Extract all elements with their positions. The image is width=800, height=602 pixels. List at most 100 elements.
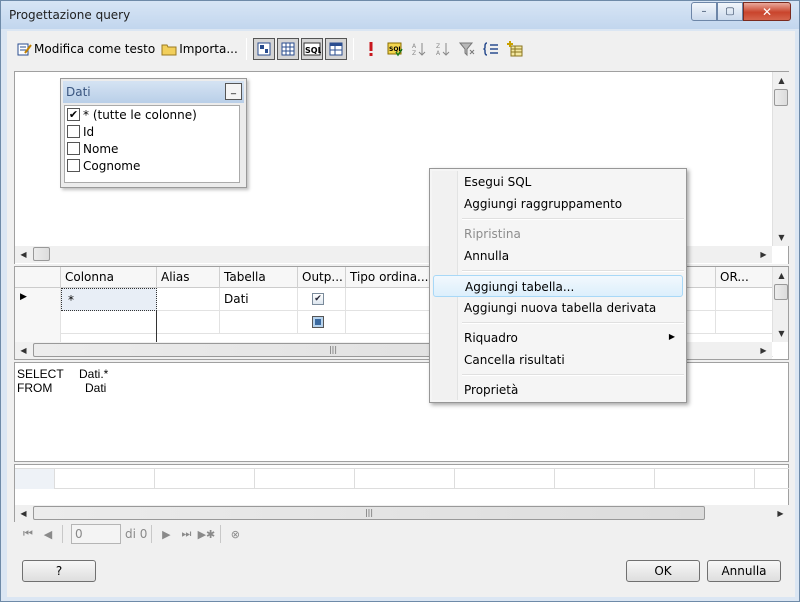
- title-bar[interactable]: Progettazione query – ▢ ✕: [1, 1, 799, 29]
- output-checkbox[interactable]: ✔: [312, 293, 324, 305]
- verify-sql-button[interactable]: SQL: [384, 38, 406, 60]
- cancel-button[interactable]: Annulla: [707, 560, 781, 582]
- stop-icon[interactable]: ⊗: [225, 525, 245, 543]
- record-number-input[interactable]: 0: [71, 524, 121, 544]
- svg-text:A: A: [412, 43, 417, 50]
- maximize-button[interactable]: ▢: [717, 2, 743, 21]
- menu-item-pane[interactable]: Riquadro ▶: [433, 327, 683, 349]
- scroll-thumb[interactable]: |||: [33, 506, 705, 520]
- menu-item-redo[interactable]: Ripristina: [433, 223, 683, 245]
- grid-cell-column[interactable]: *: [61, 288, 157, 311]
- first-record-icon[interactable]: ⏮: [18, 525, 38, 543]
- scroll-right-icon[interactable]: ▶: [755, 342, 772, 359]
- close-icon: ✕: [761, 4, 773, 19]
- results-pane-icon: [329, 42, 343, 56]
- table-column-list: ✔ * (tutte le colonne) Id Nome Cognome: [64, 105, 240, 183]
- sort-ascending-button[interactable]: AZ: [408, 38, 430, 60]
- table-box-title: Dati: [66, 85, 91, 99]
- last-record-icon[interactable]: ⏭: [176, 525, 196, 543]
- results-pane-toggle[interactable]: [324, 38, 347, 60]
- scroll-thumb[interactable]: [33, 247, 50, 261]
- table-box-header[interactable]: Dati _: [63, 81, 244, 103]
- table-box-dati[interactable]: Dati _ ✔ * (tutte le colonne) Id Nome Co…: [60, 78, 247, 188]
- results-header-row: [15, 468, 789, 489]
- scroll-thumb[interactable]: [774, 284, 788, 300]
- menu-item-clear-results[interactable]: Cancella risultati: [433, 349, 683, 371]
- grid-cell-alias[interactable]: [157, 311, 220, 334]
- next-record-icon[interactable]: ▶: [156, 525, 176, 543]
- output-checkbox[interactable]: [312, 316, 324, 328]
- scroll-left-icon[interactable]: ◀: [15, 246, 32, 263]
- diagram-vertical-scrollbar[interactable]: ▲ ▼: [772, 72, 789, 246]
- column-label: Id: [83, 124, 95, 139]
- sql-value: Dati.*: [79, 367, 109, 381]
- diagram-pane-icon: [257, 42, 271, 56]
- grid-header-or[interactable]: OR...: [716, 267, 773, 288]
- menu-item-undo[interactable]: Annulla: [433, 245, 683, 267]
- svg-text:SQL: SQL: [305, 46, 321, 55]
- table-box-minimize-button[interactable]: _: [225, 83, 242, 100]
- results-pane[interactable]: ◀ ||| ▶: [14, 464, 789, 522]
- ok-button[interactable]: OK: [626, 560, 700, 582]
- scroll-left-icon[interactable]: ◀: [15, 342, 32, 359]
- grid-header-table[interactable]: Tabella: [220, 267, 298, 288]
- menu-item-add-table[interactable]: Aggiungi tabella...: [433, 275, 683, 297]
- grid-cell-output[interactable]: [298, 311, 346, 334]
- column-label: Nome: [83, 141, 119, 156]
- scroll-right-icon[interactable]: ▶: [755, 246, 772, 263]
- sql-pane-toggle[interactable]: SQL: [300, 38, 323, 60]
- column-checkbox[interactable]: ✔: [67, 108, 80, 121]
- group-by-button[interactable]: [480, 38, 502, 60]
- previous-record-icon[interactable]: ◀: [38, 525, 58, 543]
- grid-cell-or[interactable]: [716, 288, 773, 311]
- menu-item-properties[interactable]: Proprietà: [433, 379, 683, 401]
- column-row-all[interactable]: ✔ * (tutte le colonne): [65, 106, 239, 123]
- scroll-down-icon[interactable]: ▼: [773, 229, 790, 246]
- minimize-button[interactable]: –: [691, 2, 717, 21]
- grid-cell-output[interactable]: ✔: [298, 288, 346, 311]
- diagram-pane-toggle[interactable]: [252, 38, 275, 60]
- import-button[interactable]: Importa...: [158, 37, 241, 61]
- sort-descending-button[interactable]: ZA: [432, 38, 454, 60]
- scroll-up-icon[interactable]: ▲: [773, 267, 788, 284]
- menu-item-add-derived-table[interactable]: Aggiungi nuova tabella derivata: [433, 297, 683, 319]
- grid-cell-column[interactable]: [61, 311, 157, 334]
- grid-header-output[interactable]: Outp...: [298, 267, 346, 288]
- help-button[interactable]: ?: [22, 560, 96, 582]
- scroll-right-icon[interactable]: ▶: [772, 505, 789, 522]
- grid-cell-table[interactable]: Dati: [220, 288, 298, 311]
- new-record-icon[interactable]: ▶✱: [196, 525, 216, 543]
- scroll-down-icon[interactable]: ▼: [773, 325, 788, 342]
- add-table-icon: [506, 41, 523, 57]
- results-cell: [555, 469, 655, 489]
- column-row-id[interactable]: Id: [65, 123, 239, 140]
- menu-separator: [462, 374, 684, 376]
- close-button[interactable]: ✕: [743, 2, 791, 21]
- scroll-thumb[interactable]: [774, 89, 788, 106]
- grid-pane-toggle[interactable]: [276, 38, 299, 60]
- scroll-up-icon[interactable]: ▲: [773, 72, 790, 89]
- grid-header-alias[interactable]: Alias: [157, 267, 220, 288]
- column-checkbox[interactable]: [67, 159, 80, 172]
- edit-as-text-button[interactable]: Modifica come testo: [13, 37, 158, 61]
- menu-item-run-sql[interactable]: Esegui SQL: [433, 171, 683, 193]
- column-row-cognome[interactable]: Cognome: [65, 157, 239, 174]
- column-row-nome[interactable]: Nome: [65, 140, 239, 157]
- results-cell: [655, 469, 755, 489]
- filter-button[interactable]: [456, 38, 478, 60]
- menu-item-add-group-by[interactable]: Aggiungi raggruppamento: [433, 193, 683, 215]
- grid-cell-table[interactable]: [220, 311, 298, 334]
- add-table-button[interactable]: [504, 38, 526, 60]
- grid-vertical-scrollbar[interactable]: ▲ ▼: [772, 267, 788, 342]
- scroll-left-icon[interactable]: ◀: [15, 505, 32, 522]
- grid-header-column[interactable]: Colonna: [61, 267, 157, 288]
- results-horizontal-scrollbar[interactable]: ◀ ||| ▶: [15, 505, 789, 522]
- svg-text:A: A: [436, 50, 441, 57]
- column-checkbox[interactable]: [67, 125, 80, 138]
- grid-cell-alias[interactable]: [157, 288, 220, 311]
- run-button[interactable]: [360, 38, 382, 60]
- row-indicator-icon: ▶: [15, 288, 61, 311]
- grid-cell-or[interactable]: [716, 311, 773, 334]
- toolbar: Modifica come testo Importa... SQL SQL A…: [7, 31, 795, 67]
- column-checkbox[interactable]: [67, 142, 80, 155]
